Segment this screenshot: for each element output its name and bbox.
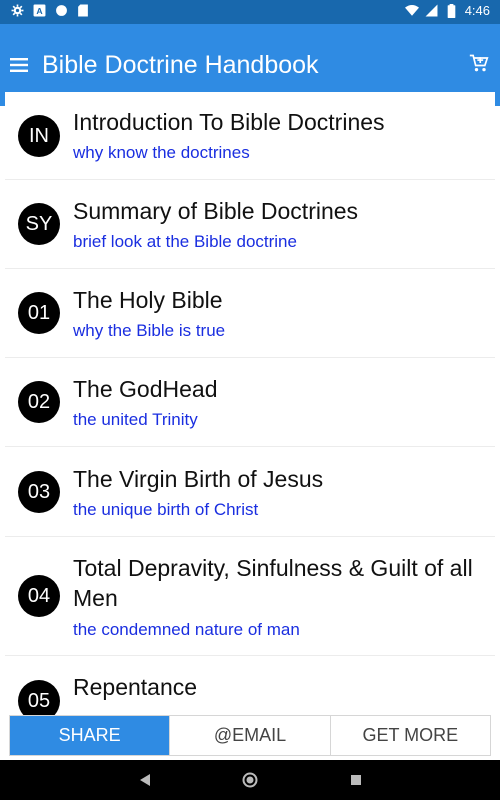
bottom-action-bar: SHARE @EMAIL GET MORE bbox=[9, 715, 491, 756]
badge: IN bbox=[18, 115, 60, 157]
item-title: Summary of Bible Doctrines bbox=[73, 198, 359, 224]
badge: 03 bbox=[18, 471, 60, 513]
item-subtitle: the condemned nature of man bbox=[73, 620, 300, 639]
item-title: The Holy Bible bbox=[73, 287, 223, 313]
list-item[interactable]: 05 Repentance bbox=[5, 656, 495, 715]
item-subtitle: brief look at the Bible doctrine bbox=[73, 232, 297, 251]
badge: 05 bbox=[18, 680, 60, 715]
list-item[interactable]: 04 Total Depravity, Sinfulness & Guilt o… bbox=[5, 537, 495, 656]
item-subtitle: why the Bible is true bbox=[73, 321, 226, 340]
gear-icon bbox=[10, 3, 24, 17]
email-button[interactable]: @EMAIL bbox=[170, 716, 331, 755]
share-button[interactable]: SHARE bbox=[10, 716, 171, 755]
item-title: The Virgin Birth of Jesus bbox=[73, 466, 324, 492]
hamburger-icon[interactable] bbox=[6, 52, 32, 78]
cart-icon[interactable] bbox=[466, 50, 492, 76]
item-subtitle: why know the doctrines bbox=[73, 143, 250, 162]
recents-square-icon[interactable] bbox=[346, 770, 366, 790]
item-subtitle: the unique birth of Christ bbox=[73, 500, 259, 519]
badge: SY bbox=[18, 203, 60, 245]
sd-card-icon bbox=[76, 3, 90, 17]
doctrine-list: IN Introduction To Bible Doctrines why k… bbox=[5, 92, 495, 715]
list-item[interactable]: SY Summary of Bible Doctrines brief look… bbox=[5, 180, 495, 269]
list-item[interactable]: 03 The Virgin Birth of Jesus the unique … bbox=[5, 447, 495, 537]
badge: 04 bbox=[18, 575, 60, 617]
list-item[interactable]: 01 The Holy Bible why the Bible is true bbox=[5, 269, 495, 358]
list-item[interactable]: 02 The GodHead the united Trinity bbox=[5, 358, 495, 447]
item-title: Introduction To Bible Doctrines bbox=[73, 109, 385, 135]
system-nav-bar bbox=[0, 760, 500, 800]
item-title: The GodHead bbox=[73, 376, 218, 402]
home-circle-icon[interactable] bbox=[240, 770, 260, 790]
list-item[interactable]: IN Introduction To Bible Doctrines why k… bbox=[5, 92, 495, 180]
status-bar: A 4:46 bbox=[0, 0, 500, 24]
circle-icon bbox=[54, 3, 68, 17]
get-more-button[interactable]: GET MORE bbox=[331, 716, 490, 755]
badge: 01 bbox=[18, 292, 60, 334]
item-title: Total Depravity, Sinfulness & Guilt of a… bbox=[73, 555, 473, 611]
clock-time: 4:46 bbox=[464, 3, 490, 18]
svg-text:A: A bbox=[36, 5, 43, 15]
back-triangle-icon[interactable] bbox=[135, 770, 155, 790]
page-title: Bible Doctrine Handbook bbox=[42, 51, 319, 79]
badge: 02 bbox=[18, 381, 60, 423]
item-subtitle: the united Trinity bbox=[73, 410, 198, 429]
signal-icon bbox=[425, 4, 439, 18]
a-icon: A bbox=[32, 3, 46, 17]
wifi-icon bbox=[404, 4, 419, 18]
item-title: Repentance bbox=[73, 674, 198, 700]
battery-icon bbox=[445, 3, 459, 18]
